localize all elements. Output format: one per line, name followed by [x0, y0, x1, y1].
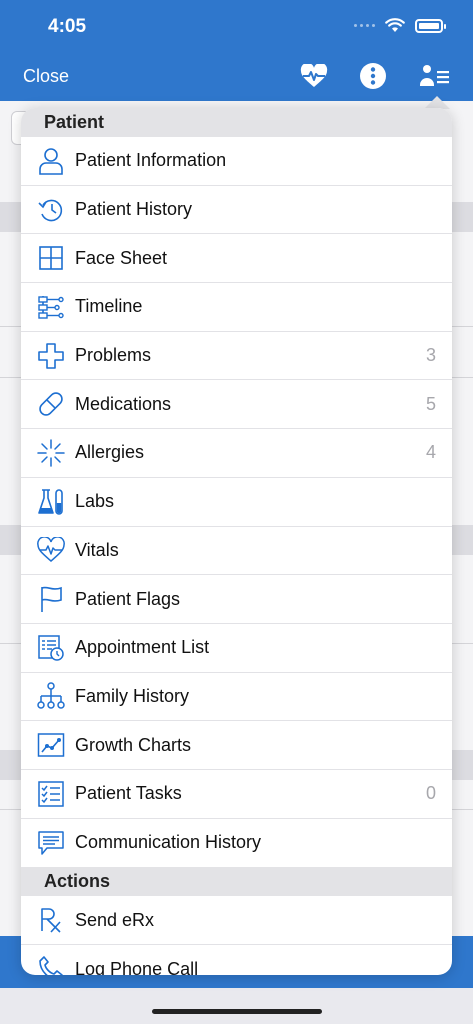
menu-item-appointment-list[interactable]: Appointment List — [21, 624, 452, 673]
wifi-icon — [385, 18, 405, 32]
status-time: 4:05 — [48, 16, 87, 37]
menu-item-label: Vitals — [75, 539, 119, 560]
timeline-icon — [36, 292, 66, 322]
allergy-burst-icon — [36, 438, 66, 468]
item-count-badge: 4 — [425, 442, 436, 463]
battery-icon — [415, 18, 446, 33]
item-count-badge: 5 — [425, 393, 436, 414]
menu-item-label: Allergies — [75, 442, 145, 463]
history-clock-icon — [36, 195, 66, 225]
menu-item-label: Patient Tasks — [75, 783, 182, 804]
menu-item-timeline[interactable]: Timeline — [21, 283, 452, 332]
menu-item-patient-history[interactable]: Patient History — [21, 186, 452, 235]
more-options-button[interactable] — [357, 60, 389, 92]
menu-item-label: Problems — [75, 345, 152, 366]
menu-item-vitals[interactable]: Vitals — [21, 527, 452, 576]
menu-item-send-erx[interactable]: Send eRx — [21, 896, 452, 945]
menu-item-label: Labs — [75, 491, 115, 512]
menu-item-label: Patient History — [75, 199, 193, 220]
family-tree-icon — [36, 681, 66, 711]
menu-item-log-phone-call[interactable]: Log Phone Call — [21, 945, 452, 975]
status-icons — [354, 18, 446, 33]
patient-menu-button[interactable] — [419, 60, 451, 92]
section-header-patient: Patient — [21, 108, 452, 137]
menu-item-growth-charts[interactable]: Growth Charts — [21, 721, 452, 770]
menu-item-communication-history[interactable]: Communication History — [21, 819, 452, 868]
menu-item-medications[interactable]: Medications 5 — [21, 380, 452, 430]
checklist-icon — [36, 779, 66, 809]
pill-icon — [36, 389, 66, 419]
menu-item-label: Timeline — [75, 296, 143, 317]
menu-item-patient-information[interactable]: Patient Information — [21, 137, 452, 186]
menu-item-patient-tasks[interactable]: Patient Tasks 0 — [21, 770, 452, 819]
heart-pulse-icon — [300, 64, 328, 87]
patient-menu-popover: Patient Patient Information Patient Hist… — [21, 108, 452, 975]
heart-pulse-icon — [36, 535, 66, 565]
phone-icon — [36, 954, 66, 975]
menu-item-family-history[interactable]: Family History — [21, 673, 452, 722]
menu-item-face-sheet[interactable]: Face Sheet — [21, 234, 452, 284]
menu-item-label: Patient Information — [75, 150, 227, 171]
more-vertical-icon — [360, 63, 386, 89]
cellular-signal-icon — [354, 24, 375, 27]
menu-item-label: Patient Flags — [75, 588, 181, 609]
close-button[interactable]: Close — [23, 66, 69, 87]
item-count-badge: 3 — [425, 345, 436, 366]
menu-item-label: Family History — [75, 685, 190, 706]
menu-item-patient-flags[interactable]: Patient Flags — [21, 575, 452, 624]
menu-item-label: Face Sheet — [75, 247, 168, 268]
menu-item-labs[interactable]: Labs — [21, 478, 452, 527]
rx-icon — [36, 905, 66, 935]
menu-item-label: Appointment List — [75, 637, 210, 658]
item-count-badge: 0 — [425, 783, 436, 804]
home-indicator — [152, 1009, 322, 1014]
menu-item-label: Growth Charts — [75, 734, 192, 755]
menu-item-label: Send eRx — [75, 909, 155, 930]
menu-item-allergies[interactable]: Allergies 4 — [21, 429, 452, 478]
medical-cross-icon — [36, 341, 66, 371]
grid-icon — [36, 243, 66, 273]
menu-item-label: Medications — [75, 393, 172, 414]
chat-bubble-icon — [36, 828, 66, 858]
menu-item-label: Log Phone Call — [75, 958, 199, 975]
menu-item-label: Communication History — [75, 832, 262, 853]
person-icon — [36, 146, 66, 176]
appointment-list-icon — [36, 633, 66, 663]
lab-flask-icon — [36, 487, 66, 517]
flag-icon — [36, 584, 66, 614]
navigation-bar: 4:05 Close — [0, 0, 473, 101]
person-list-icon — [420, 65, 449, 86]
section-header-actions: Actions — [21, 867, 452, 897]
health-heart-button[interactable] — [298, 60, 330, 92]
growth-chart-icon — [36, 730, 66, 760]
menu-item-problems[interactable]: Problems 3 — [21, 332, 452, 381]
